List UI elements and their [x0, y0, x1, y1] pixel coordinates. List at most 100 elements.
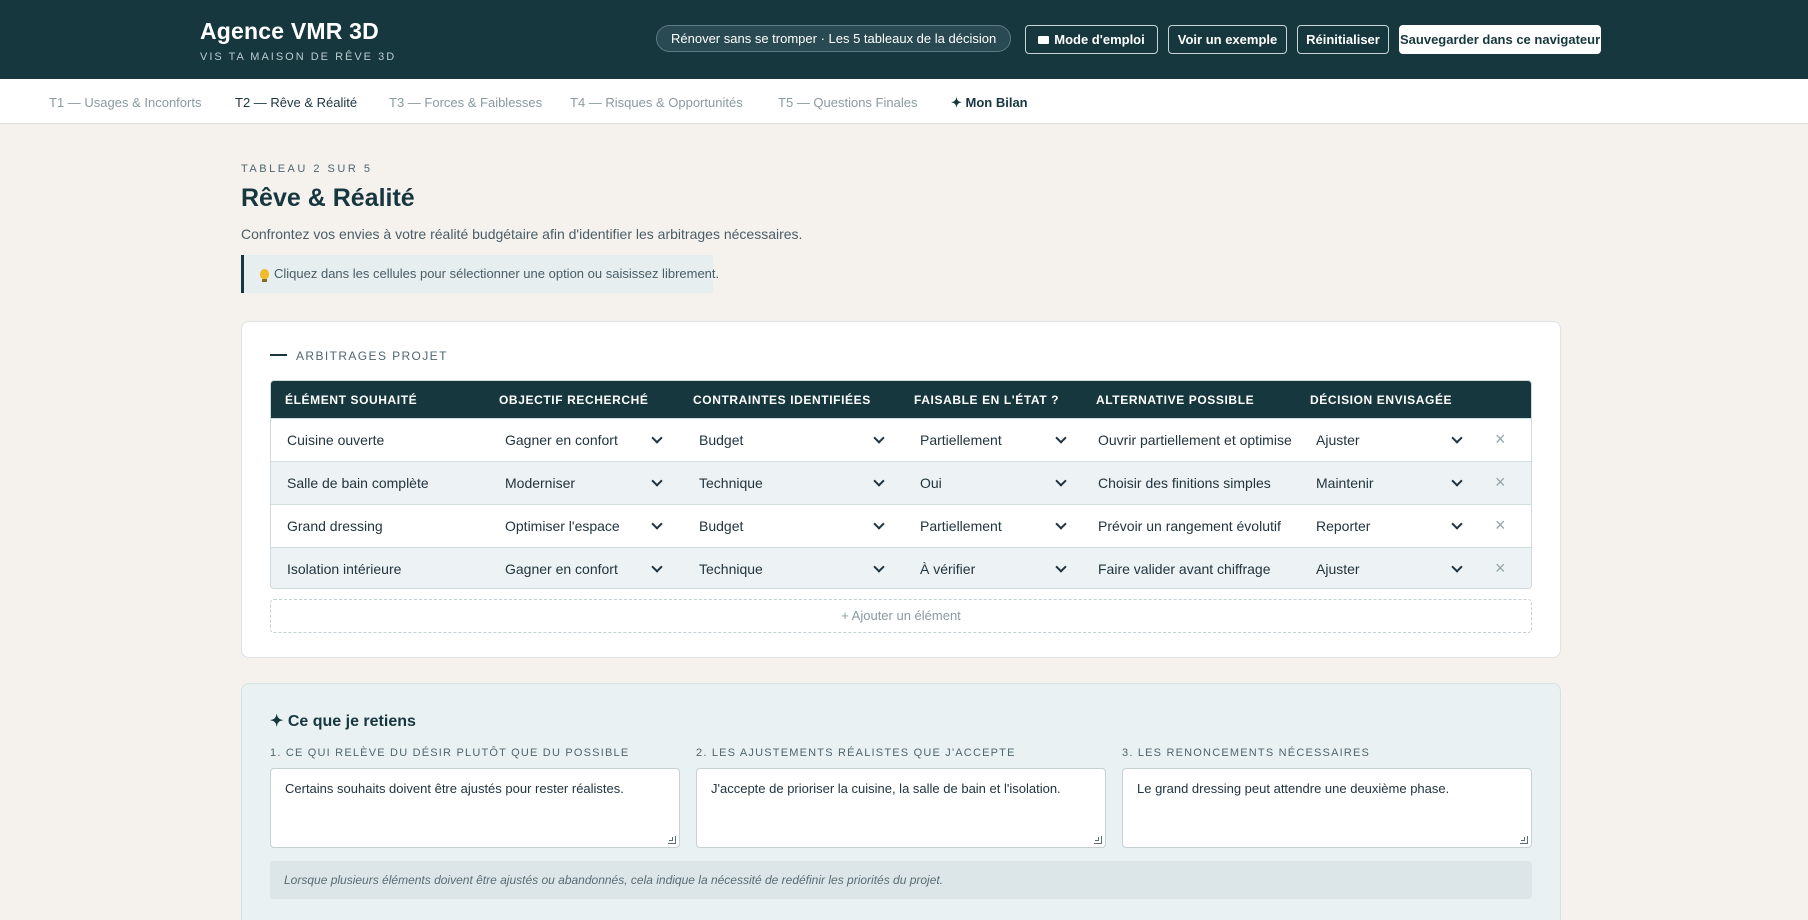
brand-title: Agence VMR 3D [200, 18, 379, 44]
header-alternative: ALTERNATIVE POSSIBLE [1096, 393, 1255, 407]
page-title: Rêve & Réalité [241, 184, 415, 212]
chevron-down-icon[interactable] [873, 561, 885, 573]
decision-select[interactable]: Reporter [1316, 518, 1370, 534]
chevron-down-icon[interactable] [1055, 561, 1067, 573]
objectif-select[interactable]: Gagner en confort [505, 561, 618, 577]
alternative-input[interactable]: Choisir des finitions simples [1098, 475, 1271, 491]
chevron-down-icon[interactable] [873, 518, 885, 530]
chevron-down-icon[interactable] [873, 432, 885, 444]
example-button[interactable]: Voir un exemple [1168, 25, 1287, 54]
resize-handle[interactable] [668, 836, 676, 844]
retiens-label-2: 2. LES AJUSTEMENTS RÉALISTES QUE J'ACCEP… [696, 747, 1016, 759]
guide-pill: Rénover sans se tromper · Les 5 tableaux… [656, 25, 1012, 52]
element-input[interactable]: Grand dressing [287, 518, 383, 534]
decision-select[interactable]: Ajuster [1316, 432, 1360, 448]
tab-t3[interactable]: T3 — Forces & Faiblesses [389, 95, 542, 110]
element-input[interactable]: Salle de bain complète [287, 475, 429, 491]
tab-t1[interactable]: T1 — Usages & Inconforts [49, 95, 201, 110]
reset-button[interactable]: Réinitialiser [1297, 25, 1389, 54]
guide-button[interactable]: Mode d'emploi [1025, 25, 1158, 54]
section-dash [270, 354, 287, 356]
table-row: Grand dressing Optimiser l'espace Budget… [271, 504, 1531, 547]
contrainte-select[interactable]: Technique [699, 475, 763, 491]
header-decision: DÉCISION ENVISAGÉE [1310, 393, 1453, 407]
top-header: Agence VMR 3D VIS TA MAISON DE RÊVE 3D R… [0, 0, 1808, 79]
table-row: Cuisine ouverte Gagner en confort Budget… [271, 418, 1531, 461]
close-icon[interactable]: × [1495, 515, 1506, 536]
chevron-down-icon[interactable] [651, 475, 663, 487]
guide-button-label: Mode d'emploi [1054, 32, 1145, 47]
chevron-down-icon[interactable] [1055, 518, 1067, 530]
desir-text: Certains souhaits doivent être ajustés p… [285, 781, 624, 796]
alternative-input[interactable]: Faire valider avant chiffrage [1098, 561, 1271, 577]
faisable-select[interactable]: Partiellement [920, 432, 1002, 448]
resize-handle[interactable] [1094, 836, 1102, 844]
table-row: Salle de bain complète Moderniser Techni… [271, 461, 1531, 504]
header-element: ÉLÉMENT SOUHAITÉ [285, 393, 418, 407]
arbitrages-table: ÉLÉMENT SOUHAITÉ OBJECTIF RECHERCHÉ CONT… [270, 380, 1532, 589]
chevron-down-icon[interactable] [1451, 518, 1463, 530]
faisable-select[interactable]: Partiellement [920, 518, 1002, 534]
retiens-section: ✦ Ce que je retiens 1. CE QUI RELÈVE DU … [241, 683, 1561, 920]
chevron-down-icon[interactable] [1055, 432, 1067, 444]
renoncements-textarea[interactable]: Le grand dressing peut attendre une deux… [1122, 768, 1532, 848]
section-title: ARBITRAGES PROJET [270, 349, 448, 363]
section-title-label: ARBITRAGES PROJET [296, 349, 448, 363]
hint-text: Cliquez dans les cellules pour sélection… [274, 266, 720, 281]
hint-box: Cliquez dans les cellules pour sélection… [241, 255, 719, 293]
table-header: ÉLÉMENT SOUHAITÉ OBJECTIF RECHERCHÉ CONT… [271, 381, 1531, 418]
header-objectif: OBJECTIF RECHERCHÉ [499, 393, 649, 407]
retiens-note: Lorsque plusieurs éléments doivent être … [270, 861, 1532, 899]
faisable-select[interactable]: À vérifier [920, 561, 975, 577]
tab-t2[interactable]: T2 — Rêve & Réalité [235, 95, 357, 110]
chevron-down-icon[interactable] [651, 432, 663, 444]
chevron-down-icon[interactable] [651, 518, 663, 530]
page-subtitle: Confrontez vos envies à votre réalité bu… [241, 226, 803, 242]
retiens-title: ✦ Ce que je retiens [270, 713, 416, 730]
close-icon[interactable]: × [1495, 472, 1506, 493]
chevron-down-icon[interactable] [651, 561, 663, 573]
contrainte-select[interactable]: Budget [699, 518, 743, 534]
retiens-label-3: 3. LES RENONCEMENTS NÉCESSAIRES [1122, 747, 1371, 759]
table-step: TABLEAU 2 SUR 5 [241, 163, 373, 175]
tab-t5[interactable]: T5 — Questions Finales [778, 95, 917, 110]
close-icon[interactable]: × [1495, 429, 1506, 450]
decision-select[interactable]: Ajuster [1316, 561, 1360, 577]
chevron-down-icon[interactable] [873, 475, 885, 487]
brand: Agence VMR 3D VIS TA MAISON DE RÊVE 3D [200, 18, 396, 63]
book-icon [1038, 36, 1050, 44]
chevron-down-icon[interactable] [1451, 432, 1463, 444]
brand-subtitle: VIS TA MAISON DE RÊVE 3D [200, 51, 397, 63]
element-input[interactable]: Isolation intérieure [287, 561, 401, 577]
chevron-down-icon[interactable] [1055, 475, 1067, 487]
element-input[interactable]: Cuisine ouverte [287, 432, 384, 448]
resize-handle[interactable] [1520, 836, 1528, 844]
desir-textarea[interactable]: Certains souhaits doivent être ajustés p… [270, 768, 680, 848]
header-faisable: FAISABLE EN L'ÉTAT ? [914, 393, 1060, 407]
header-contraintes: CONTRAINTES IDENTIFIÉES [693, 393, 871, 407]
ajustements-text: J'accepte de prioriser la cuisine, la sa… [711, 781, 1061, 796]
chevron-down-icon[interactable] [1451, 561, 1463, 573]
objectif-select[interactable]: Optimiser l'espace [505, 518, 620, 534]
close-icon[interactable]: × [1495, 558, 1506, 579]
contrainte-select[interactable]: Technique [699, 561, 763, 577]
table-row: Isolation intérieure Gagner en confort T… [271, 547, 1531, 588]
decision-select[interactable]: Maintenir [1316, 475, 1374, 491]
objectif-select[interactable]: Gagner en confort [505, 432, 618, 448]
tab-bar: T1 — Usages & Inconforts T2 — Rêve & Réa… [0, 79, 1808, 124]
contrainte-select[interactable]: Budget [699, 432, 743, 448]
save-button[interactable]: Sauvegarder dans ce navigateur [1399, 25, 1601, 54]
faisable-select[interactable]: Oui [920, 475, 942, 491]
tab-bilan[interactable]: ✦ Mon Bilan [951, 95, 1028, 111]
alternative-input[interactable]: Prévoir un rangement évolutif [1098, 518, 1281, 534]
arbitrages-card: ARBITRAGES PROJET ÉLÉMENT SOUHAITÉ OBJEC… [241, 321, 1561, 658]
ajustements-textarea[interactable]: J'accepte de prioriser la cuisine, la sa… [696, 768, 1106, 848]
lightbulb-icon [260, 269, 269, 282]
renoncements-text: Le grand dressing peut attendre une deux… [1137, 781, 1450, 796]
tab-t4[interactable]: T4 — Risques & Opportunités [570, 95, 743, 110]
retiens-label-1: 1. CE QUI RELÈVE DU DÉSIR PLUTÔT QUE DU … [270, 747, 630, 759]
chevron-down-icon[interactable] [1451, 475, 1463, 487]
objectif-select[interactable]: Moderniser [505, 475, 575, 491]
add-element-button[interactable]: + Ajouter un élément [270, 599, 1532, 633]
alternative-input[interactable]: Ouvrir partiellement et optimise [1098, 432, 1292, 448]
